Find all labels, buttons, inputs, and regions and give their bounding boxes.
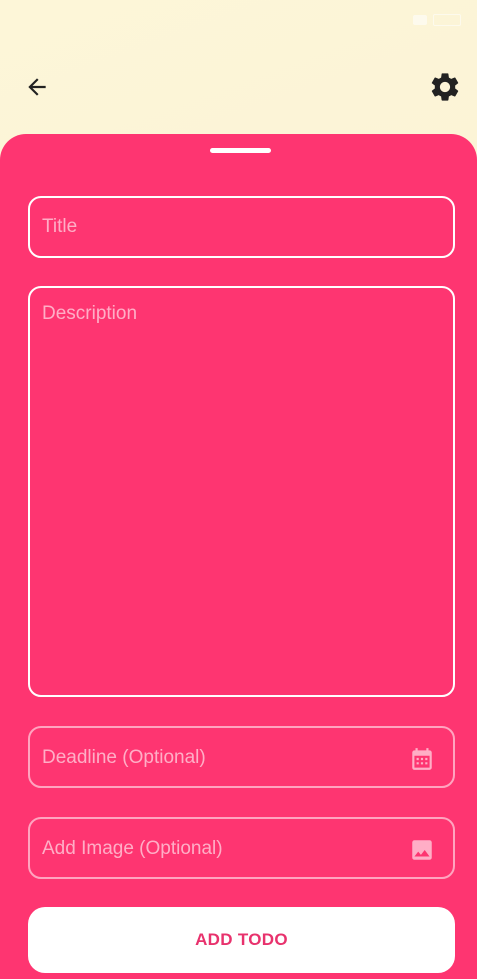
settings-button[interactable]: [427, 69, 463, 105]
description-placeholder: Description: [42, 303, 138, 324]
add-todo-label: ADD TODO: [195, 930, 288, 949]
status-icons: [413, 14, 461, 26]
title-placeholder: Title: [42, 216, 78, 237]
back-button[interactable]: [22, 72, 52, 102]
status-bar: [0, 0, 477, 40]
arrow-left-icon: [28, 78, 46, 96]
title-input[interactable]: Title: [28, 196, 455, 258]
deadline-placeholder: Deadline (Optional): [42, 747, 206, 768]
add-todo-sheet: Title Description Deadline (Optional) Ad…: [0, 134, 477, 979]
image-placeholder: Add Image (Optional): [42, 838, 223, 859]
add-image-input[interactable]: Add Image (Optional): [28, 817, 455, 879]
battery-icon: [433, 14, 461, 26]
signal-icon: [413, 15, 427, 25]
calendar-icon[interactable]: [409, 746, 435, 772]
image-icon[interactable]: [409, 837, 435, 863]
drag-handle[interactable]: [210, 148, 271, 153]
gear-icon: [431, 73, 459, 101]
deadline-input[interactable]: Deadline (Optional): [28, 726, 455, 788]
description-input[interactable]: Description: [28, 286, 455, 697]
add-todo-button[interactable]: ADD TODO: [28, 907, 455, 973]
app-bar: [0, 60, 477, 112]
